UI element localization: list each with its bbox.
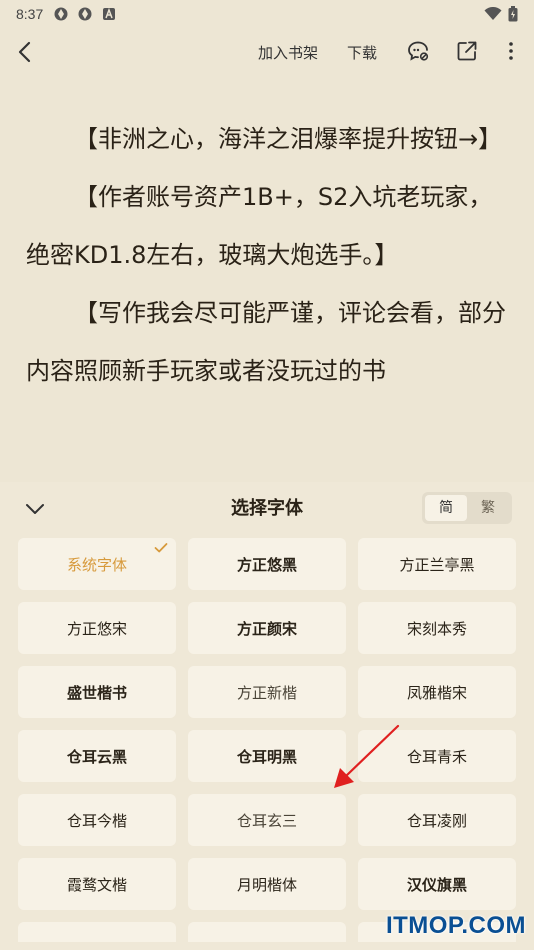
font-option[interactable]: 方正兰亭黑: [358, 538, 516, 590]
font-option[interactable]: 仓耳今楷: [18, 794, 176, 846]
font-option-label: 月明楷体: [236, 875, 297, 894]
font-option[interactable]: 盛世楷书: [18, 666, 176, 718]
notification-a-icon: [103, 7, 116, 20]
app-notification-icon: [54, 7, 68, 21]
font-option[interactable]: 仓耳玄三: [188, 794, 346, 846]
font-option-partial[interactable]: [18, 922, 176, 942]
font-option[interactable]: 仓耳凌刚: [358, 794, 516, 846]
font-option-system[interactable]: 系统字体: [18, 538, 176, 590]
status-bar: 8:37: [0, 0, 534, 28]
font-option-label: 方正新楷: [236, 683, 297, 702]
font-option-label: 霞鹜文楷: [66, 875, 127, 894]
font-option[interactable]: 月明楷体: [188, 858, 346, 910]
font-option[interactable]: 宋刻本秀: [358, 602, 516, 654]
font-option[interactable]: 汉仪旗黑: [358, 858, 516, 910]
font-option-label: 系统字体: [66, 555, 127, 574]
back-arrow-icon[interactable]: [12, 38, 40, 66]
script-toggle: 简 繁: [422, 492, 512, 524]
font-option[interactable]: 方正新楷: [188, 666, 346, 718]
checkmark-icon: [154, 543, 168, 553]
simplified-option[interactable]: 简: [425, 495, 467, 521]
font-selection-panel: 选择字体 简 繁 系统字体 方正悠黑 方正兰亭黑 方正悠宋 方正颜宋 宋刻本秀 …: [0, 482, 534, 950]
paragraph: 【非洲之心，海洋之泪爆率提升按钮→】: [74, 125, 503, 153]
panel-header: 选择字体 简 繁: [0, 482, 534, 532]
share-icon[interactable]: [455, 39, 479, 63]
font-option-label: 方正颜宋: [236, 619, 297, 638]
font-option-label: 仓耳青禾: [406, 747, 467, 766]
font-option[interactable]: 仓耳青禾: [358, 730, 516, 782]
chapter-content: 【非洲之心，海洋之泪爆率提升按钮→】 【作者账号资产1B+，S2入坑老玩家，绝密…: [26, 110, 516, 470]
reader-toolbar: 加入书架 下载: [0, 30, 534, 74]
font-option-label: 宋刻本秀: [406, 619, 467, 638]
font-option-label: 仓耳凌刚: [406, 811, 467, 830]
paragraph: 【写作我会尽可能严谨，评论会看，部分内容照顾新手玩家或者没玩过的书: [26, 299, 506, 385]
battery-icon: [508, 6, 518, 22]
font-option-partial[interactable]: [188, 922, 346, 942]
font-option[interactable]: 方正悠黑: [188, 538, 346, 590]
download-button[interactable]: 下载: [347, 42, 377, 63]
font-option-label: 方正悠黑: [236, 555, 297, 574]
font-grid: 系统字体 方正悠黑 方正兰亭黑 方正悠宋 方正颜宋 宋刻本秀 盛世楷书 方正新楷…: [18, 538, 516, 942]
font-option[interactable]: 仓耳云黑: [18, 730, 176, 782]
font-option[interactable]: 仓耳明黑: [188, 730, 346, 782]
font-option-label: 仓耳云黑: [66, 747, 127, 766]
font-option[interactable]: 方正悠宋: [18, 602, 176, 654]
wifi-icon: [484, 7, 502, 20]
font-option-label: 仓耳明黑: [236, 747, 297, 766]
paragraph: 【作者账号资产1B+，S2入坑老玩家，绝密KD1.8左右，玻璃大炮选手。】: [26, 183, 493, 269]
font-option-label: 汉仪旗黑: [406, 875, 467, 894]
comment-settings-icon[interactable]: [406, 39, 430, 63]
font-option[interactable]: 方正颜宋: [188, 602, 346, 654]
font-option-label: 仓耳今楷: [66, 811, 127, 830]
font-option-label: 方正兰亭黑: [399, 555, 475, 574]
font-option-label: 凤雅楷宋: [406, 683, 467, 702]
more-options-icon[interactable]: [499, 39, 523, 63]
font-option-label: 盛世楷书: [66, 683, 127, 702]
font-option-label: 方正悠宋: [66, 619, 127, 638]
font-option[interactable]: 霞鹜文楷: [18, 858, 176, 910]
add-to-shelf-button[interactable]: 加入书架: [258, 42, 318, 63]
traditional-option[interactable]: 繁: [467, 495, 509, 521]
status-time: 8:37: [16, 6, 44, 22]
app-notification-icon: [78, 7, 92, 21]
font-option[interactable]: 凤雅楷宋: [358, 666, 516, 718]
font-option-label: 仓耳玄三: [236, 811, 297, 830]
watermark: ITMOP.COM: [385, 912, 526, 939]
